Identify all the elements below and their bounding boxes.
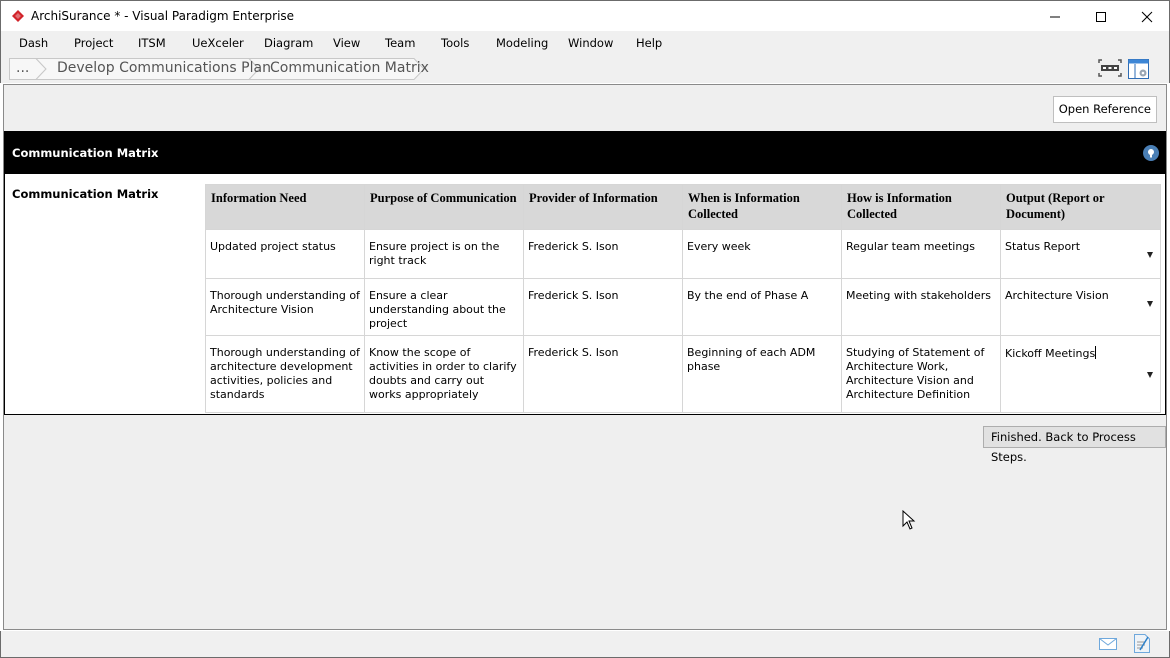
cell-provider[interactable]: Frederick S. Ison: [523, 335, 683, 413]
column-header-when: When is Information Collected: [682, 184, 842, 230]
cell-when[interactable]: Beginning of each ADM phase: [682, 335, 842, 413]
close-button[interactable]: [1124, 1, 1170, 32]
output-edit-text[interactable]: Kickoff Meetings: [1005, 347, 1095, 360]
cell-text: Thorough understanding of Architecture V…: [210, 289, 360, 316]
menu-modeling[interactable]: Modeling: [496, 36, 548, 50]
column-header-how: How is Information Collected: [841, 184, 1001, 230]
column-header-output: Output (Report or Document): [1000, 184, 1161, 230]
finished-back-to-process-steps-button[interactable]: Finished. Back to Process Steps.: [983, 426, 1166, 464]
cell-text: Status Report: [1005, 240, 1081, 253]
cell-text: Every week: [687, 240, 751, 253]
cell-text: Ensure a clear understanding about the p…: [369, 289, 506, 330]
main-content: Open Reference Communication Matrix Comm…: [3, 84, 1167, 630]
cell-provider[interactable]: Frederick S. Ison: [523, 229, 683, 279]
cell-text: Beginning of each ADM phase: [687, 346, 816, 373]
title-bar: ArchiSurance * - Visual Paradigm Enterpr…: [0, 0, 1170, 31]
menu-diagram[interactable]: Diagram: [264, 36, 313, 50]
cell-text: Frederick S. Ison: [528, 289, 619, 302]
cell-text: Ensure project is on the right track: [369, 240, 500, 267]
cell-text: Thorough understanding of architecture d…: [210, 346, 360, 401]
cell-how[interactable]: Studying of Statement of Architecture Wo…: [841, 335, 1001, 413]
menu-tools[interactable]: Tools: [441, 36, 469, 50]
cell-output-dropdown[interactable]: Architecture Vision: [1000, 278, 1161, 336]
mouse-pointer-icon: [902, 510, 916, 530]
cell-output-dropdown-editing[interactable]: Kickoff Meetings: [1000, 335, 1161, 413]
cell-purpose[interactable]: Ensure a clear understanding about the p…: [364, 278, 524, 336]
dropdown-arrow-icon[interactable]: [1147, 372, 1153, 378]
maximize-icon: [1096, 11, 1106, 22]
menu-window[interactable]: Window: [568, 36, 613, 50]
menu-bar: Dash Project ITSM UeXceler Diagram View …: [0, 31, 1170, 53]
cell-text: Frederick S. Ison: [528, 346, 619, 359]
matrix-side-label: Communication Matrix: [12, 187, 159, 201]
cell-text: Know the scope of activities in order to…: [369, 346, 517, 401]
cell-text: Regular team meetings: [846, 240, 976, 253]
panel-title: Communication Matrix: [12, 146, 159, 160]
breadcrumb-ellipsis[interactable]: ...: [16, 60, 29, 76]
text-caret: [1095, 346, 1097, 359]
menu-project[interactable]: Project: [74, 36, 113, 50]
column-header-provider: Provider of Information: [523, 184, 683, 230]
table-row: Thorough understanding of architecture d…: [205, 335, 1161, 413]
table-row: Thorough understanding of Architecture V…: [205, 278, 1161, 336]
fit-layout-icon[interactable]: [1098, 59, 1122, 77]
cell-text: Architecture Vision: [1005, 289, 1109, 302]
cell-text: By the end of Phase A: [687, 289, 809, 302]
column-header-purpose: Purpose of Communication: [364, 184, 524, 230]
breadcrumb-develop-communications-plan[interactable]: Develop Communications Plan: [57, 60, 271, 76]
menu-dash[interactable]: Dash: [19, 36, 48, 50]
cell-when[interactable]: Every week: [682, 229, 842, 279]
close-icon: [1141, 11, 1153, 22]
column-header-information-need: Information Need: [205, 184, 365, 230]
menu-team[interactable]: Team: [385, 36, 415, 50]
communication-matrix-table: Information Need Purpose of Communicatio…: [205, 184, 1161, 413]
table-header-row: Information Need Purpose of Communicatio…: [205, 184, 1161, 230]
menu-view[interactable]: View: [333, 36, 360, 50]
breadcrumb: ... Develop Communications Plan Communic…: [0, 53, 1170, 83]
lightbulb-hint-icon[interactable]: [1143, 145, 1159, 161]
cell-how[interactable]: Meeting with stakeholders: [841, 278, 1001, 336]
cell-provider[interactable]: Frederick S. Ison: [523, 278, 683, 336]
window-title: ArchiSurance * - Visual Paradigm Enterpr…: [31, 9, 295, 23]
mail-icon[interactable]: [1099, 638, 1117, 650]
dropdown-arrow-icon[interactable]: [1147, 301, 1153, 307]
minimize-button[interactable]: [1032, 1, 1078, 32]
communication-matrix-panel: Communication Matrix Communication Matri…: [4, 131, 1166, 415]
dropdown-arrow-icon[interactable]: [1147, 252, 1153, 258]
visual-paradigm-logo-icon: [12, 10, 24, 22]
maximize-button[interactable]: [1078, 1, 1124, 32]
cell-information-need[interactable]: Updated project status: [205, 229, 365, 279]
cell-purpose[interactable]: Ensure project is on the right track: [364, 229, 524, 279]
breadcrumb-communication-matrix[interactable]: Communication Matrix: [270, 60, 429, 76]
cell-text: Updated project status: [210, 240, 336, 253]
cell-text: Meeting with stakeholders: [846, 289, 991, 302]
minimize-icon: [1050, 16, 1060, 17]
table-row: Updated project status Ensure project is…: [205, 229, 1161, 279]
cell-information-need[interactable]: Thorough understanding of Architecture V…: [205, 278, 365, 336]
cell-output-dropdown[interactable]: Status Report: [1000, 229, 1161, 279]
cell-text: Studying of Statement of Architecture Wo…: [846, 346, 985, 401]
panel-header: Communication Matrix: [5, 132, 1165, 174]
menu-itsm[interactable]: ITSM: [138, 36, 166, 50]
edit-notes-icon[interactable]: [1134, 634, 1150, 653]
cell-text: Frederick S. Ison: [528, 240, 619, 253]
panel-settings-icon[interactable]: [1128, 59, 1150, 79]
cell-when[interactable]: By the end of Phase A: [682, 278, 842, 336]
menu-help[interactable]: Help: [636, 36, 662, 50]
open-reference-button[interactable]: Open Reference: [1052, 96, 1157, 123]
cell-purpose[interactable]: Know the scope of activities in order to…: [364, 335, 524, 413]
cell-information-need[interactable]: Thorough understanding of architecture d…: [205, 335, 365, 413]
menu-uexceler[interactable]: UeXceler: [192, 36, 244, 50]
cell-how[interactable]: Regular team meetings: [841, 229, 1001, 279]
status-bar: [0, 631, 1170, 658]
